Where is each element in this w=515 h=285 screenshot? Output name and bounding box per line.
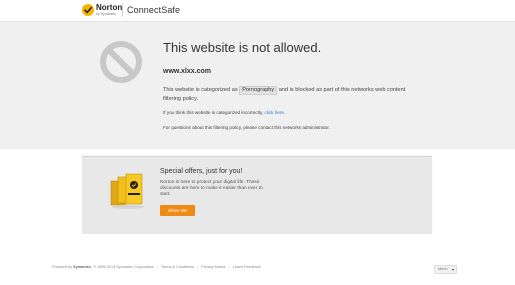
offers-description: Norton is here to protect your digital l… [160,180,263,197]
click-here-link[interactable]: click here. [265,110,286,115]
norton-logo-sub: by Symantec [96,12,117,16]
header-bar: Norton by Symantec ConnectSafe [0,0,515,22]
incorrect-prefix: If you think this website is categorized… [163,110,264,115]
feedback-link[interactable]: Leave Feedback [233,265,261,269]
category-description: This website is categorized as Pornograp… [163,86,413,104]
offers-title: Special offers, just for you! [160,168,243,175]
privacy-link[interactable]: Privacy Notice [201,265,225,269]
copyright-text: © 1995-2013 Symantec Corporation [93,265,155,269]
footer: Powered by Symantec. © 1995-2013 Symante… [52,265,261,269]
special-offers-panel: Special offers, just for you! Norton is … [82,156,432,234]
admin-contact-line: For questions about this filtering polic… [163,125,330,130]
norton-checkmark-icon [82,4,94,16]
language-value: Menu [438,267,448,271]
footer-divider: | [197,265,199,269]
norton-product-boxes-icon [110,173,144,209]
blocked-domain: www.xlxx.com [163,68,211,75]
terms-link[interactable]: Terms & Conditions [161,265,194,269]
blocked-icon [100,41,142,83]
header-divider [122,4,123,17]
chevron-down-icon: ▾ [451,267,454,272]
symantec-logo: Symantec. [73,265,93,269]
footer-divider: | [157,265,159,269]
incorrect-category-line: If you think this website is categorized… [163,110,285,115]
category-prefix: This website is categorized as [163,87,238,93]
category-badge: Pornography [239,86,278,95]
language-select[interactable]: Menu ▾ [434,265,457,274]
footer-divider: | [228,265,230,269]
norton-logo-text: Norton [96,3,123,12]
powered-by-label: Powered by [52,265,73,269]
show-me-button[interactable]: Show Me [160,205,195,216]
product-name: ConnectSafe [127,5,181,15]
page-title: This website is not allowed. [163,40,322,55]
